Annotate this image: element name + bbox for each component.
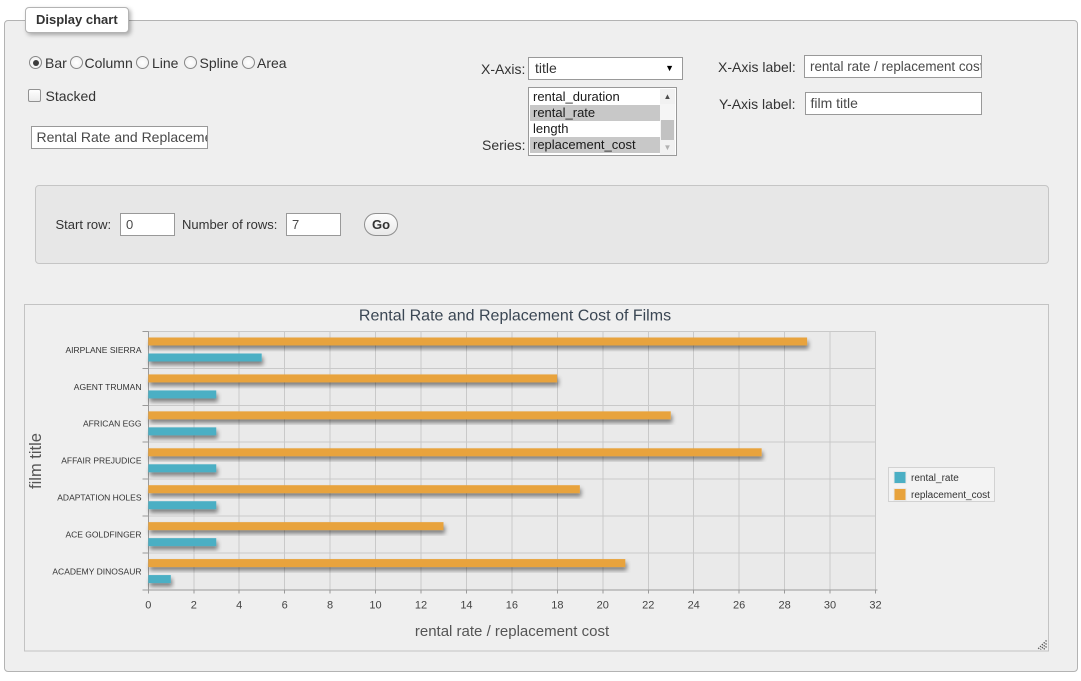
svg-text:AFFAIR PREJUDICE: AFFAIR PREJUDICE bbox=[61, 456, 142, 466]
svg-text:rental rate / replacement cost: rental rate / replacement cost bbox=[415, 623, 610, 640]
svg-text:AGENT TRUMAN: AGENT TRUMAN bbox=[74, 382, 142, 392]
svg-text:16: 16 bbox=[506, 600, 518, 612]
svg-text:32: 32 bbox=[869, 600, 881, 612]
svg-text:8: 8 bbox=[327, 600, 333, 612]
svg-text:26: 26 bbox=[733, 600, 745, 612]
svg-text:24: 24 bbox=[688, 600, 700, 612]
svg-text:4: 4 bbox=[236, 600, 242, 612]
svg-text:ADAPTATION HOLES: ADAPTATION HOLES bbox=[57, 493, 142, 503]
svg-text:28: 28 bbox=[778, 600, 790, 612]
svg-text:AIRPLANE SIERRA: AIRPLANE SIERRA bbox=[65, 345, 141, 355]
svg-text:replacement_cost: replacement_cost bbox=[911, 490, 990, 501]
svg-text:20: 20 bbox=[597, 600, 609, 612]
svg-text:6: 6 bbox=[282, 600, 288, 612]
svg-text:22: 22 bbox=[642, 600, 654, 612]
svg-text:ACADEMY DINOSAUR: ACADEMY DINOSAUR bbox=[52, 566, 141, 576]
svg-text:2: 2 bbox=[191, 600, 197, 612]
svg-text:AFRICAN EGG: AFRICAN EGG bbox=[83, 419, 142, 429]
svg-text:rental_rate: rental_rate bbox=[911, 473, 959, 484]
svg-text:0: 0 bbox=[145, 600, 151, 612]
svg-text:12: 12 bbox=[415, 600, 427, 612]
svg-text:18: 18 bbox=[551, 600, 563, 612]
svg-text:Rental Rate and Replacement Co: Rental Rate and Replacement Cost of Film… bbox=[359, 308, 671, 325]
svg-text:10: 10 bbox=[369, 600, 381, 612]
svg-text:14: 14 bbox=[460, 600, 472, 612]
svg-text:ACE GOLDFINGER: ACE GOLDFINGER bbox=[65, 530, 141, 540]
svg-text:film title: film title bbox=[27, 433, 45, 489]
svg-text:30: 30 bbox=[824, 600, 836, 612]
